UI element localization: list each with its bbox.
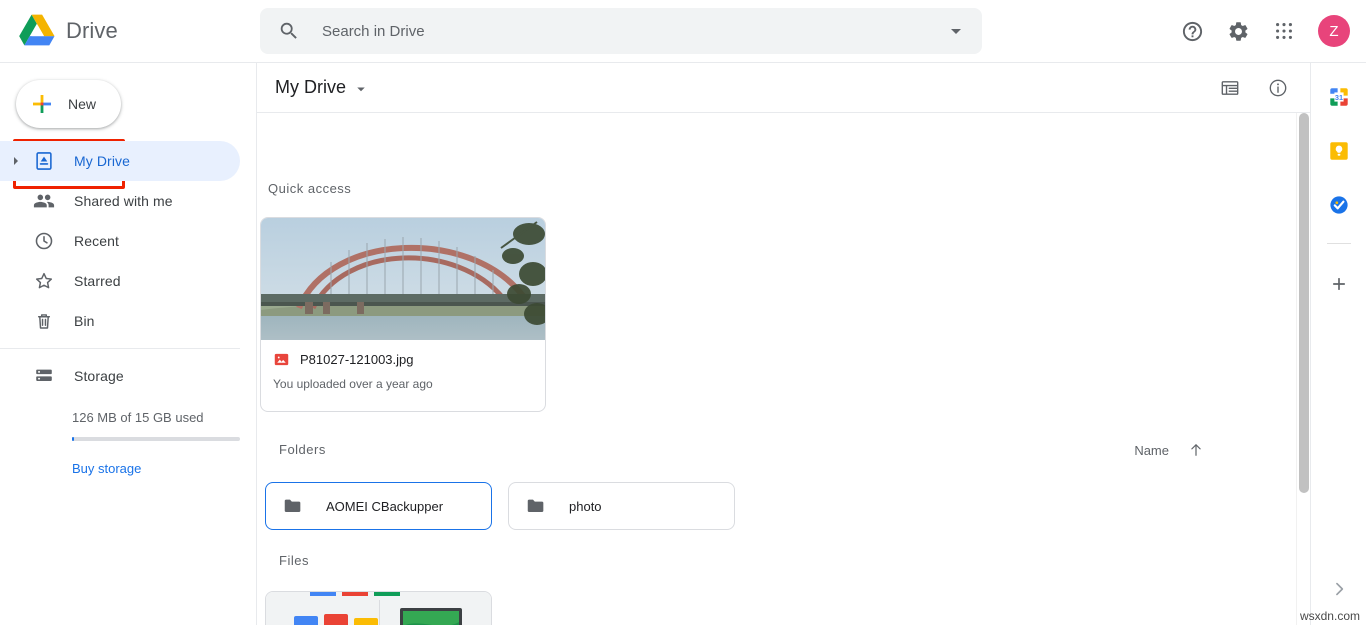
- search-options-chevron-down-icon[interactable]: [944, 19, 968, 43]
- storage-progress-bar: [72, 437, 240, 441]
- google-drive-logo-icon: [18, 13, 58, 49]
- google-tasks-icon[interactable]: [1319, 185, 1359, 225]
- sidebar-item-recent[interactable]: Recent: [0, 221, 240, 261]
- folder-list: AOMEI CBackupper photo: [265, 482, 735, 530]
- people-icon: [32, 189, 56, 213]
- list-view-icon[interactable]: [1208, 66, 1252, 110]
- new-button[interactable]: New: [16, 80, 121, 128]
- quick-access-file-name: P81027-121003.jpg: [300, 352, 414, 367]
- search-box[interactable]: [260, 8, 982, 54]
- expand-triangle-icon[interactable]: [4, 153, 28, 169]
- google-calendar-icon[interactable]: 31: [1319, 77, 1359, 117]
- sidebar-item-shared-with-me[interactable]: Shared with me: [0, 181, 240, 221]
- sidebar-divider: [0, 348, 240, 349]
- file-card-getting-started[interactable]: W PDF Store safely Add any file you want…: [265, 591, 492, 625]
- sort-control[interactable]: Name: [1126, 435, 1213, 465]
- arrow-up-icon[interactable]: [1187, 441, 1205, 459]
- quick-access-thumbnail: [261, 218, 545, 340]
- brand-area[interactable]: Drive: [0, 0, 256, 62]
- my-drive-icon: [32, 149, 56, 173]
- sidebar-item-starred[interactable]: Starred: [0, 261, 240, 301]
- watermark: wsxdn.com: [1299, 609, 1360, 623]
- sidebar-item-label: Recent: [74, 233, 119, 249]
- plus-icon: [30, 92, 54, 116]
- apps-grid-icon[interactable]: [1262, 9, 1306, 53]
- google-keep-icon[interactable]: [1319, 131, 1359, 171]
- folders-title: Folders: [279, 442, 326, 457]
- new-button-label: New: [68, 96, 97, 112]
- storage-label: Storage: [74, 368, 124, 384]
- header-actions: [1208, 66, 1300, 110]
- trash-icon: [32, 309, 56, 333]
- sidebar: New My Drive Shared with me Recent Starr…: [0, 62, 256, 625]
- main-content: My Drive Quick access P81027-121003.jpg …: [256, 62, 1310, 625]
- sidebar-item-label: Starred: [74, 273, 121, 289]
- breadcrumb-chevron-down-icon[interactable]: [352, 77, 370, 98]
- quick-access-meta: P81027-121003.jpg You uploaded over a ye…: [261, 340, 545, 391]
- storage-section: Storage 126 MB of 15 GB used Buy storage: [0, 356, 240, 478]
- folder-name: photo: [569, 498, 602, 514]
- folder-chip-photo[interactable]: photo: [508, 482, 735, 530]
- right-side-panel: 31: [1310, 62, 1366, 625]
- breadcrumb[interactable]: My Drive: [267, 73, 378, 102]
- folder-icon: [282, 495, 304, 517]
- content-scrollbar[interactable]: [1296, 113, 1310, 625]
- files-title: Files: [279, 553, 309, 568]
- gear-icon[interactable]: [1216, 9, 1260, 53]
- star-icon: [32, 269, 56, 293]
- sidebar-nav: My Drive Shared with me Recent Starred B…: [0, 141, 240, 341]
- rail-divider: [1326, 243, 1351, 244]
- quick-access-file-subtitle: You uploaded over a year ago: [273, 377, 433, 391]
- content-header: My Drive: [257, 63, 1310, 113]
- search-area: [260, 8, 982, 54]
- image-file-icon: [273, 351, 290, 368]
- top-actions: Z: [1170, 0, 1366, 62]
- sidebar-item-label: Bin: [74, 313, 95, 329]
- help-circle-icon[interactable]: [1170, 9, 1214, 53]
- folder-name: AOMEI CBackupper: [326, 498, 444, 514]
- clock-icon: [32, 229, 56, 253]
- info-circle-icon[interactable]: [1256, 66, 1300, 110]
- top-bar: Drive Search in Drive Z: [0, 0, 1366, 62]
- search-input[interactable]: [322, 22, 944, 40]
- folder-icon: [525, 495, 547, 517]
- sidebar-item-storage[interactable]: Storage: [0, 356, 240, 396]
- sidebar-item-my-drive[interactable]: My Drive: [0, 141, 240, 181]
- expand-panel-chevron-right-icon[interactable]: [1327, 577, 1351, 601]
- avatar[interactable]: Z: [1318, 15, 1350, 47]
- file-thumbnail: W PDF Store safely Add any file you want…: [266, 592, 491, 625]
- sidebar-item-label: My Drive: [74, 153, 131, 169]
- sort-label: Name: [1134, 442, 1169, 458]
- storage-icon: [32, 364, 56, 388]
- sidebar-item-label: Shared with me: [74, 193, 173, 209]
- buy-storage-link[interactable]: Buy storage: [72, 461, 141, 476]
- search-icon: [278, 20, 300, 42]
- quick-access-card[interactable]: P81027-121003.jpg You uploaded over a ye…: [260, 217, 546, 412]
- sidebar-item-bin[interactable]: Bin: [0, 301, 240, 341]
- content-scroll-area: Quick access P81027-121003.jpg You uploa…: [257, 113, 1311, 625]
- app-title: Drive: [66, 18, 118, 43]
- page-title: My Drive: [275, 77, 346, 97]
- svg-text:31: 31: [1334, 93, 1342, 102]
- add-app-plus-icon[interactable]: [1319, 264, 1359, 304]
- storage-usage-text: 126 MB of 15 GB used: [72, 410, 204, 425]
- quick-access-title: Quick access: [268, 181, 352, 196]
- folder-chip-aomei-cbackupper[interactable]: AOMEI CBackupper: [265, 482, 492, 530]
- scrollbar-thumb[interactable]: [1299, 113, 1309, 493]
